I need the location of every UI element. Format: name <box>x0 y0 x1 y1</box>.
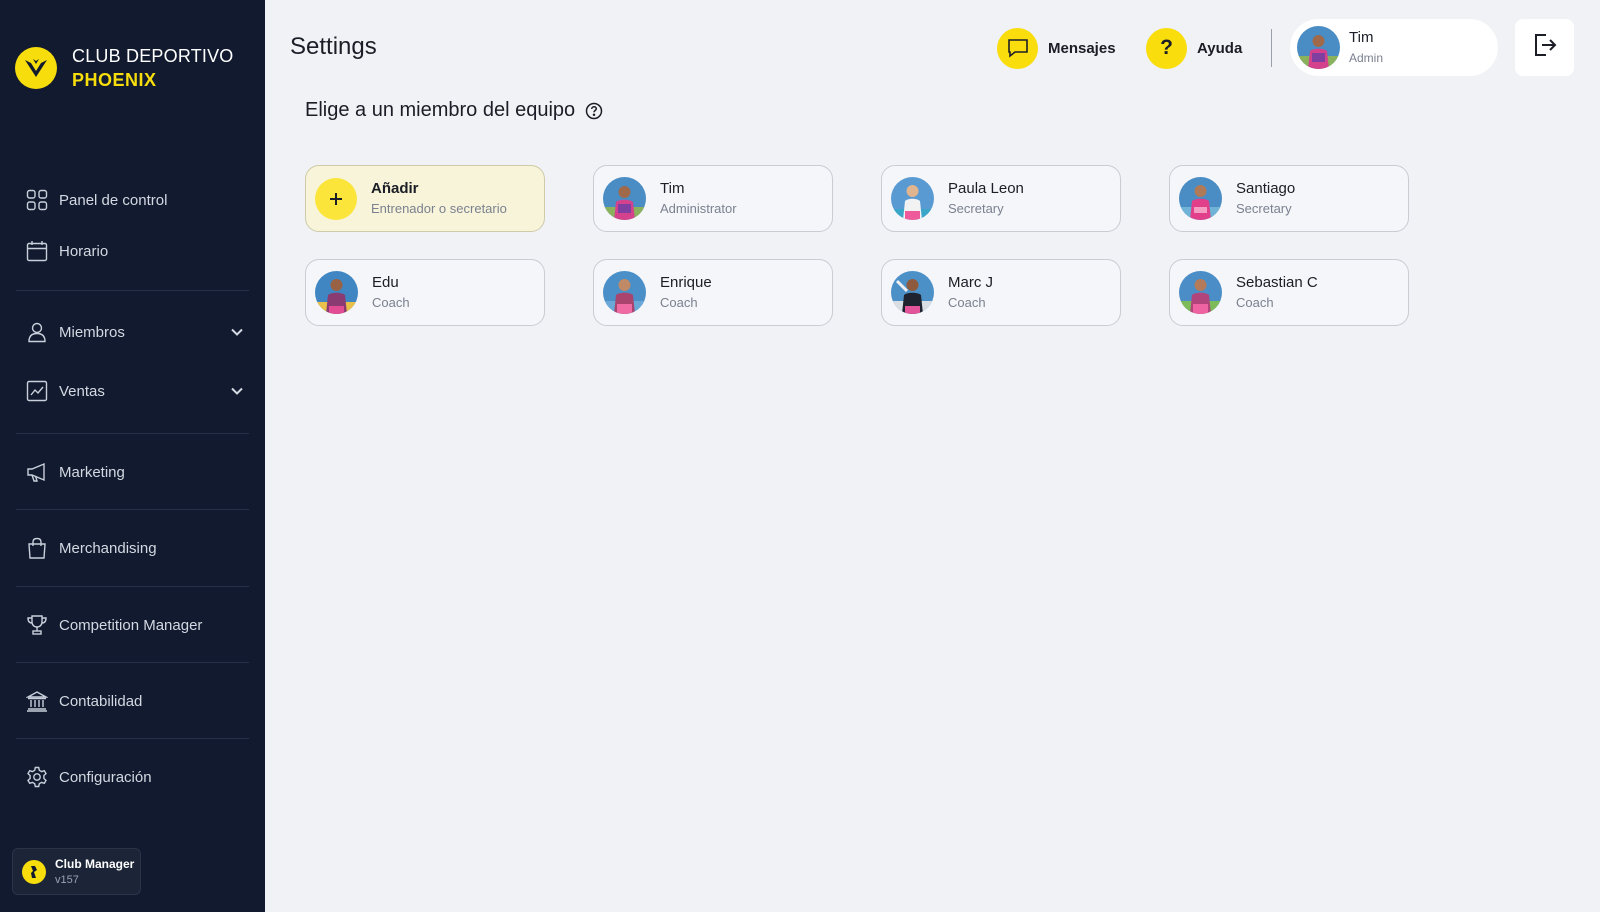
member-name: Marc J <box>948 273 993 291</box>
logout-icon <box>1532 32 1558 63</box>
user-profile-chip[interactable]: Tim Admin <box>1290 19 1498 76</box>
member-role: Administrator <box>660 200 737 216</box>
chart-line-icon <box>26 380 48 402</box>
add-member-card[interactable]: Añadir Entrenador o secretario <box>305 165 545 232</box>
member-card[interactable]: Tim Administrator <box>593 165 833 232</box>
avatar <box>603 271 646 314</box>
member-name: Añadir <box>371 179 419 197</box>
member-role: Coach <box>372 294 410 310</box>
sidebar-item-merchandising[interactable]: Merchandising <box>16 528 249 568</box>
dashboard-grid-icon <box>26 189 48 211</box>
member-name: Edu <box>372 273 399 291</box>
brand[interactable]: CLUB DEPORTIVO PHOENIX <box>15 44 234 92</box>
help-circle-icon[interactable] <box>585 102 603 120</box>
header-separator <box>1271 29 1272 67</box>
bank-icon <box>26 690 48 712</box>
logout-button[interactable] <box>1515 19 1574 76</box>
avatar <box>1179 177 1222 220</box>
sidebar-divider <box>16 738 249 739</box>
sidebar-item-label: Miembros <box>59 323 125 341</box>
megaphone-icon <box>26 461 48 483</box>
calendar-icon <box>26 240 48 262</box>
member-role: Coach <box>1236 294 1274 310</box>
avatar <box>891 271 934 314</box>
avatar <box>891 177 934 220</box>
sidebar-item-label: Competition Manager <box>59 616 203 634</box>
sidebar-divider <box>16 433 249 434</box>
member-card[interactable]: Marc J Coach <box>881 259 1121 326</box>
phoenix-logo-icon <box>15 47 57 89</box>
messages-label: Mensajes <box>1048 39 1116 57</box>
sidebar: CLUB DEPORTIVO PHOENIX Panel de control … <box>0 0 265 912</box>
plus-icon <box>315 177 357 220</box>
member-role: Secretary <box>1236 200 1292 216</box>
avatar <box>1297 26 1340 69</box>
sidebar-item-ventas[interactable]: Ventas <box>16 371 249 411</box>
messages-button[interactable]: Mensajes <box>997 27 1116 69</box>
avatar <box>315 271 358 314</box>
trophy-icon <box>26 614 48 636</box>
member-name: Sebastian C <box>1236 273 1318 291</box>
section-title: Elige a un miembro del equipo <box>305 99 603 122</box>
sidebar-item-label: Contabilidad <box>59 692 143 710</box>
brand-name-line1: CLUB DEPORTIVO <box>72 46 234 66</box>
sidebar-item-label: Configuración <box>59 768 152 786</box>
sidebar-item-label: Merchandising <box>59 539 157 557</box>
member-role: Coach <box>660 294 698 310</box>
sidebar-item-label: Marketing <box>59 463 125 481</box>
help-question-mark: ? <box>1160 36 1173 59</box>
member-card[interactable]: Sebastian C Coach <box>1169 259 1409 326</box>
brand-name-line2: PHOENIX <box>72 70 157 90</box>
club-manager-logo-icon <box>22 859 46 884</box>
sidebar-divider <box>16 586 249 587</box>
sidebar-item-marketing[interactable]: Marketing <box>16 452 249 492</box>
sidebar-item-competition-manager[interactable]: Competition Manager <box>16 605 249 645</box>
member-role: Entrenador o secretario <box>371 200 507 216</box>
page-title: Settings <box>290 33 377 60</box>
sidebar-item-label: Panel de control <box>59 191 168 209</box>
member-card[interactable]: Paula Leon Secretary <box>881 165 1121 232</box>
user-role: Admin <box>1349 50 1384 65</box>
sidebar-item-horario[interactable]: Horario <box>16 231 249 271</box>
sidebar-divider <box>16 662 249 663</box>
section-title-text: Elige a un miembro del equipo <box>305 99 576 121</box>
version-app-name: Club Manager <box>55 856 135 871</box>
member-role: Coach <box>948 294 986 310</box>
chevron-down-icon[interactable] <box>229 383 245 399</box>
chevron-down-icon[interactable] <box>229 324 245 340</box>
help-button[interactable]: ? Ayuda <box>1146 27 1242 69</box>
member-name: Enrique <box>660 273 712 291</box>
gear-icon <box>26 766 48 788</box>
sidebar-divider <box>16 509 249 510</box>
member-name: Santiago <box>1236 179 1296 197</box>
user-name: Tim <box>1349 28 1374 46</box>
chat-bubble-icon <box>997 27 1038 69</box>
sidebar-item-contabilidad[interactable]: Contabilidad <box>16 681 249 721</box>
sidebar-item-label: Horario <box>59 242 109 260</box>
member-role: Secretary <box>948 200 1004 216</box>
help-question-icon: ? <box>1146 27 1187 69</box>
help-label: Ayuda <box>1197 39 1243 57</box>
sidebar-item-label: Ventas <box>59 382 105 400</box>
sidebar-item-miembros[interactable]: Miembros <box>16 312 249 352</box>
avatar <box>603 177 646 220</box>
sidebar-item-panel-de-control[interactable]: Panel de control <box>16 180 249 220</box>
user-icon <box>26 321 48 343</box>
version-number: v157 <box>55 873 79 886</box>
member-card[interactable]: Santiago Secretary <box>1169 165 1409 232</box>
sidebar-item-configuracion[interactable]: Configuración <box>16 757 249 797</box>
avatar <box>1179 271 1222 314</box>
sidebar-divider <box>16 290 249 291</box>
member-card[interactable]: Edu Coach <box>305 259 545 326</box>
shopping-bag-icon <box>26 537 48 559</box>
version-card: Club Manager v157 <box>12 848 141 895</box>
member-name: Paula Leon <box>948 179 1024 197</box>
member-name: Tim <box>660 179 685 197</box>
member-card[interactable]: Enrique Coach <box>593 259 833 326</box>
